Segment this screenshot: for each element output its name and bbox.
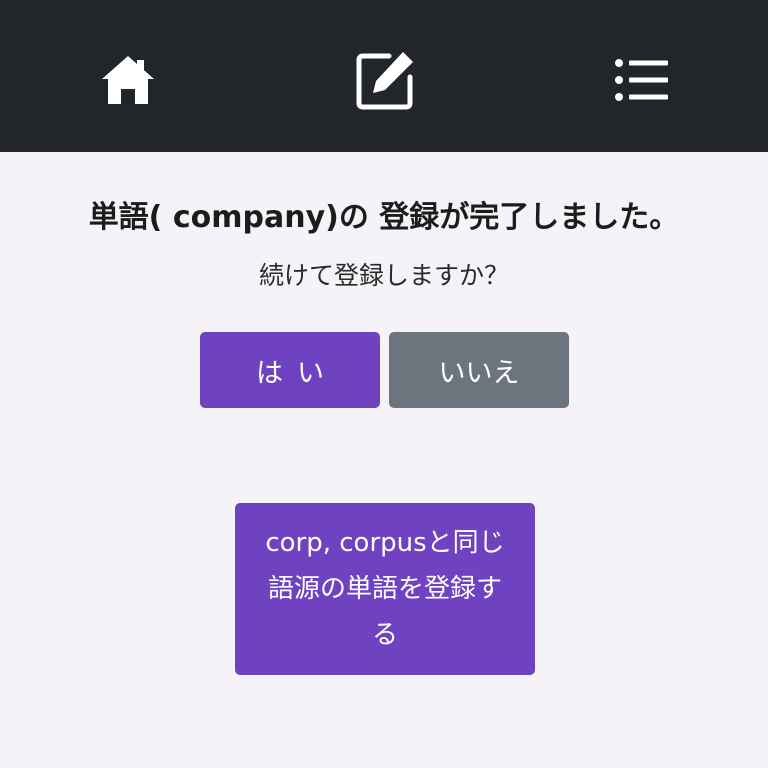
no-button[interactable]: いいえ [389,332,569,408]
yes-button[interactable]: はい [200,332,380,408]
home-button[interactable] [88,40,168,120]
completion-message: 単語( company)の 登録が完了しました。 [88,200,680,235]
top-navbar [0,0,768,152]
list-icon [615,59,668,101]
continue-question: 続けて登録しますか？ [258,261,509,290]
menu-list-button[interactable] [602,40,682,120]
edit-icon [356,52,413,110]
edit-button[interactable] [346,40,426,120]
home-icon [102,56,154,104]
register-same-etymology-button[interactable]: corp, corpusと同じ語源の単語を登録する [235,503,535,675]
